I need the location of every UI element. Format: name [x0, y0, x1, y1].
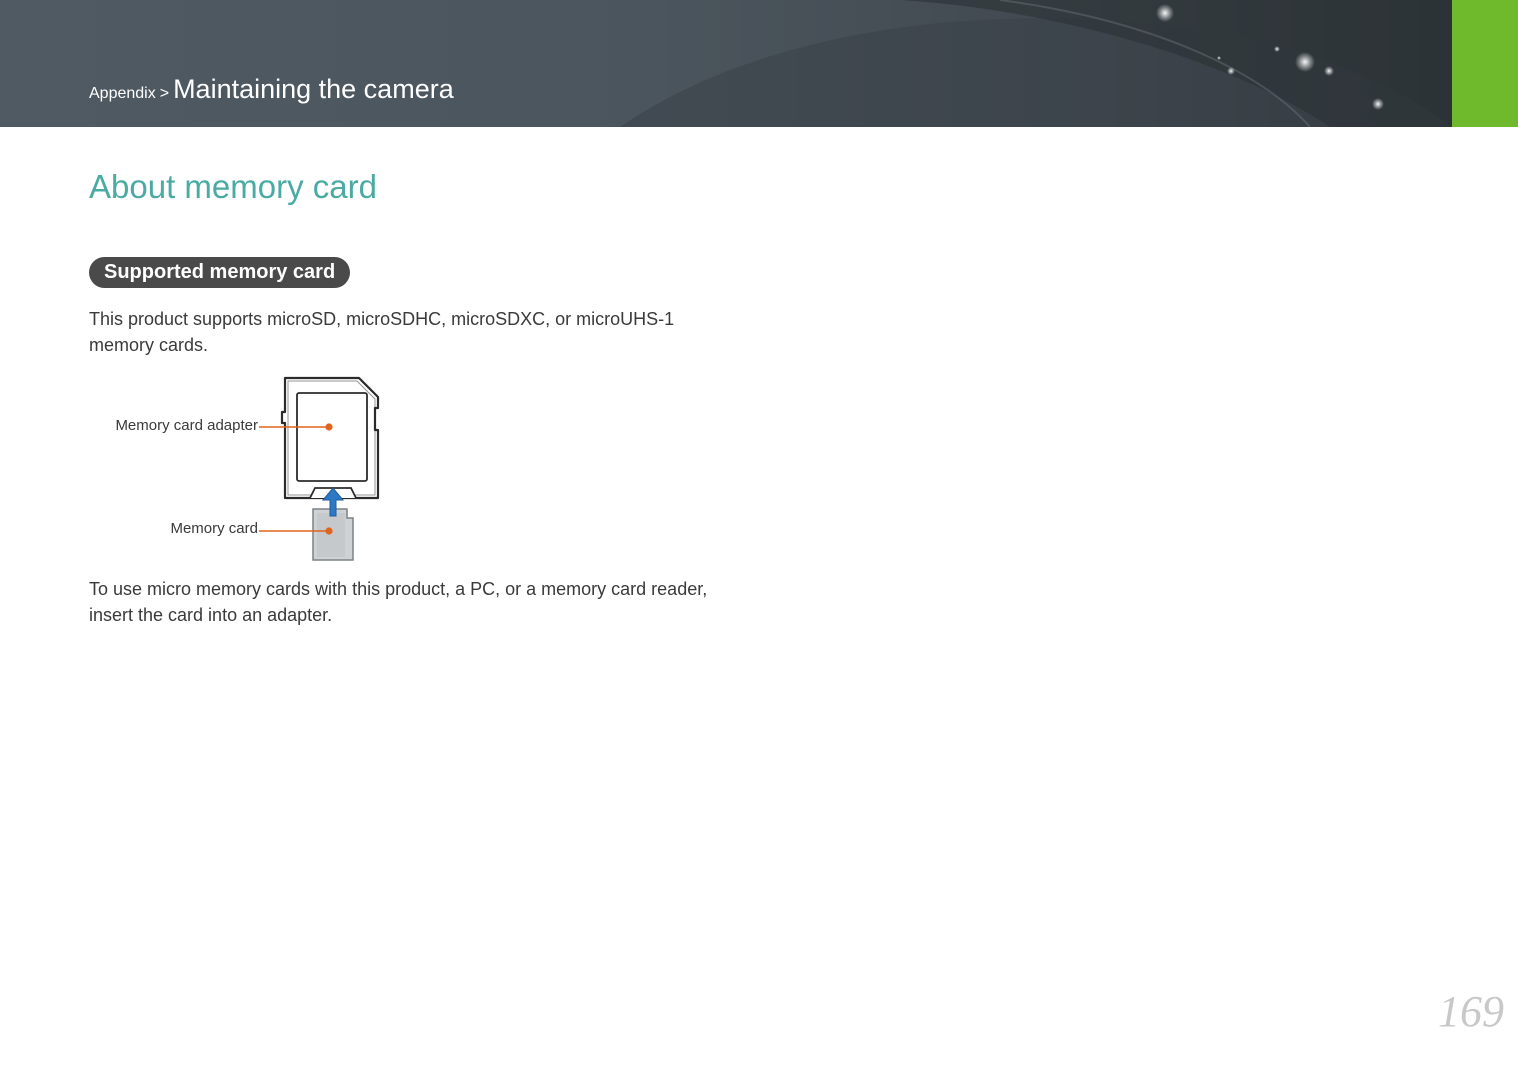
page-header: Appendix > Maintaining the camera [0, 0, 1452, 127]
breadcrumb: Appendix > Maintaining the camera [89, 74, 454, 105]
breadcrumb-separator: > [159, 85, 170, 102]
breadcrumb-current: Maintaining the camera [173, 74, 454, 104]
chapter-tab [1452, 0, 1518, 127]
memory-card-illustration [259, 376, 380, 561]
breadcrumb-parent[interactable]: Appendix [89, 85, 156, 102]
section-heading: Supported memory card [89, 257, 351, 288]
intro-paragraph: This product supports microSD, microSDHC… [89, 309, 675, 355]
page-title: About memory card [89, 168, 377, 205]
header-decoration [620, 0, 1452, 127]
page-number: 169 [1438, 987, 1504, 1036]
memory-card-figure: Memory card adapter Memory card [89, 370, 409, 570]
adapter-label: Memory card adapter [115, 417, 258, 434]
instructions-paragraph: To use micro memory cards with this prod… [89, 579, 708, 625]
memory-card-label: Memory card [170, 520, 258, 537]
